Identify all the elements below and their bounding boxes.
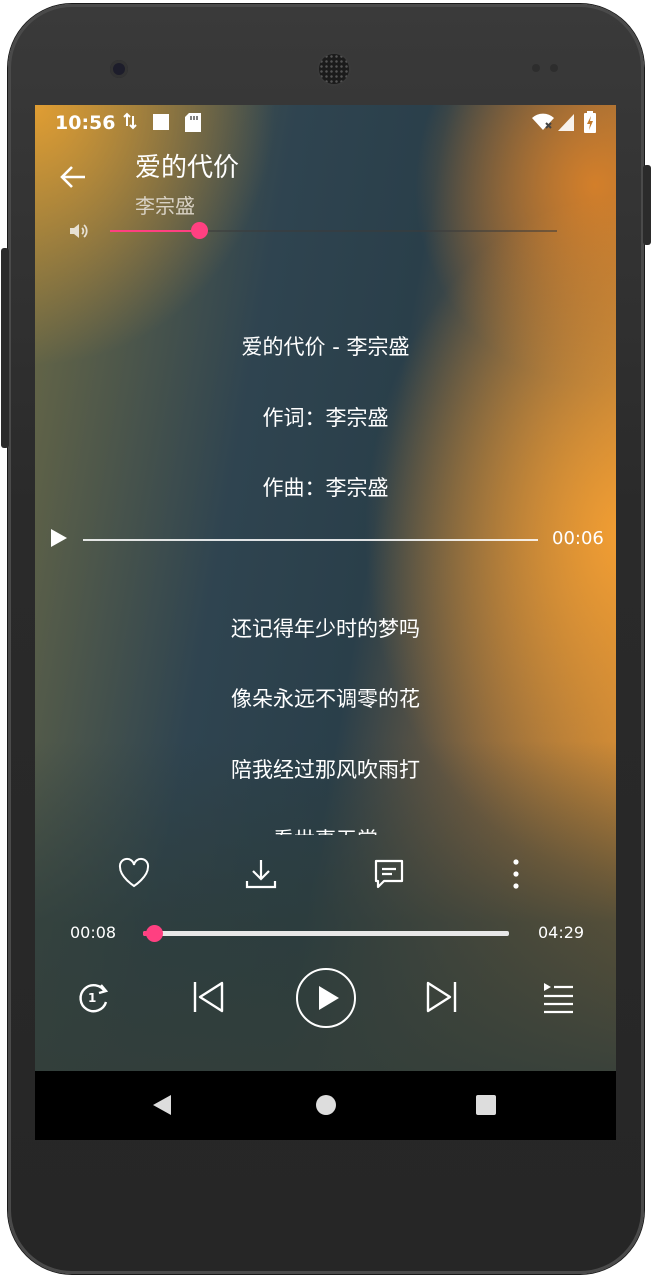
playback-controls: 1 [35,965,616,1031]
more-options-icon[interactable] [509,857,523,891]
playback-progress: 00:08 04:29 [35,917,616,947]
previous-track-icon[interactable] [191,980,225,1014]
playlist-icon[interactable] [541,980,575,1014]
download-icon[interactable] [244,857,278,891]
lyric-line: 陪我经过那风吹雨打 [231,758,420,782]
lyric-line: 作词：李宗盛 [262,406,389,430]
lyric-line: 还记得年少时的梦吗 [231,617,420,641]
lyric-line: 像朵永远不调零的花 [231,687,420,711]
nav-recents-icon[interactable] [475,1093,497,1117]
lyric-line: 爱的代价 - 李宗盛 [241,335,410,359]
lyric-seek-line [83,539,538,541]
system-nav-bar [35,1071,616,1140]
volume-level [110,230,200,232]
song-header: 爱的代价 李宗盛 [135,147,239,219]
lyric-line: 看世事无常 [35,824,616,835]
artist-name: 李宗盛 [135,194,195,218]
notification-square-icon [152,113,170,131]
lyric-seek-indicator[interactable]: 00:06 [35,523,616,553]
current-time: 00:08 [70,923,117,942]
next-track-icon[interactable] [425,980,459,1014]
music-player-screen: 10:56 爱的代价 李宗盛 爱的代价 - 李宗盛 作词：李宗盛 作曲：李宗盛 … [35,105,616,1071]
front-camera [110,60,128,78]
proximity-sensor [532,64,540,72]
song-title: 爱的代价 [135,153,240,183]
sd-card-icon [185,113,201,132]
action-bar [35,857,616,901]
signal-icon [558,114,574,131]
lyrics-panel[interactable]: 爱的代价 - 李宗盛 作词：李宗盛 作曲：李宗盛 00:06 还记得年少时的梦吗… [35,311,616,835]
lyric-line: 作曲：李宗盛 [262,476,389,500]
repeat-one-icon[interactable]: 1 [75,980,111,1014]
data-transfer-icon [123,111,137,131]
play-icon[interactable] [295,967,357,1029]
volume-slider[interactable] [110,222,557,239]
battery-charging-icon [584,111,596,133]
earpiece-speaker [319,54,349,84]
lyric-seek-time: 00:06 [552,528,604,549]
volume-rocker [1,248,9,448]
power-button [643,165,651,245]
volume-thumb[interactable] [191,222,209,239]
nav-back-icon[interactable] [151,1093,173,1117]
progress-slider[interactable] [143,925,509,942]
volume-icon[interactable] [68,221,90,241]
status-time: 10:56 [55,112,116,134]
favorite-heart-icon[interactable] [117,857,151,889]
total-time: 04:29 [538,923,585,942]
nav-home-icon[interactable] [315,1093,337,1117]
svg-text:1: 1 [88,991,96,1005]
wifi-icon [532,113,554,131]
comment-icon[interactable] [372,857,406,891]
light-sensor [550,64,558,72]
status-bar: 10:56 [35,105,616,141]
back-arrow-icon[interactable] [59,163,89,193]
progress-thumb[interactable] [145,925,163,942]
lyric-play-icon[interactable] [50,528,68,548]
